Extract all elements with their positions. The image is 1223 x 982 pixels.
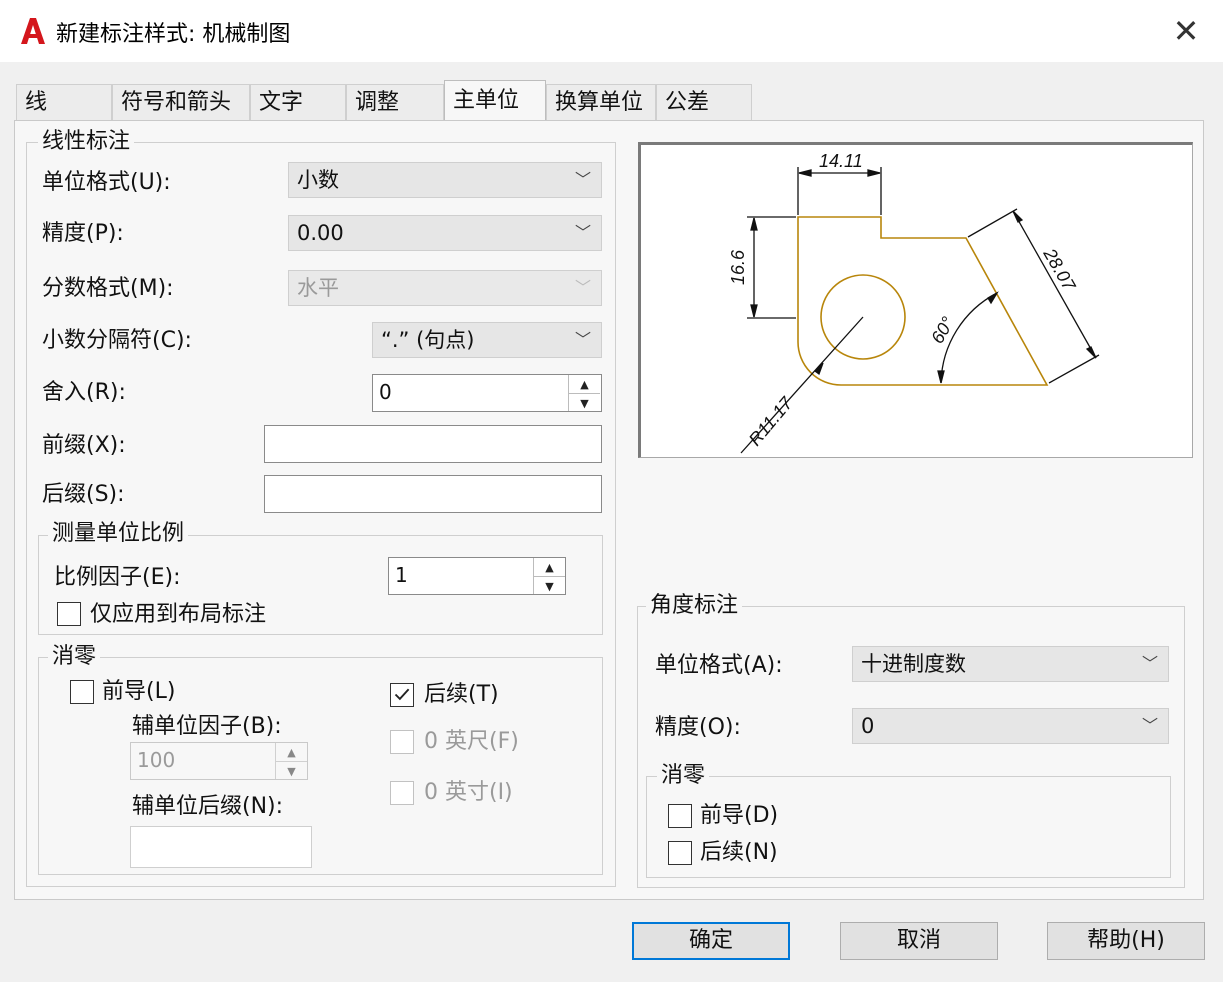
scale-factor-spinner[interactable]: ▲ ▼	[533, 558, 565, 594]
decimal-separator-label: 小数分隔符(C):	[42, 328, 192, 353]
spin-down-icon[interactable]: ▼	[569, 393, 600, 412]
tab-lines[interactable]: 线	[16, 84, 112, 120]
angular-precision-select[interactable]: 0 ﹀	[852, 708, 1169, 744]
decimal-separator-value: “.” (句点)	[381, 328, 475, 352]
suffix-label: 后缀(S):	[42, 482, 125, 507]
dimension-preview-panel: 14.11 16.6 28.07 60° R11.17	[638, 142, 1193, 458]
scale-factor-value: 1	[395, 563, 408, 587]
zero-inches-label: 0 英寸(I)	[424, 780, 513, 805]
precision-select[interactable]: 0.00 ﹀	[288, 215, 602, 251]
sub-unit-suffix-input[interactable]	[130, 826, 312, 868]
leading-zero-checkbox[interactable]	[70, 680, 94, 704]
spin-up-icon: ▲	[287, 745, 296, 759]
spin-down-icon[interactable]: ▼	[534, 576, 565, 595]
window-title: 新建标注样式: 机械制图	[56, 22, 291, 47]
trailing-zero-label: 后续(T)	[424, 682, 499, 707]
zero-feet-label: 0 英尺(F)	[424, 729, 519, 754]
angular-precision-label: 精度(O):	[655, 715, 741, 740]
zero-inches-checkbox	[390, 781, 414, 805]
cancel-button[interactable]: 取消	[840, 922, 998, 960]
fraction-format-select: 水平 ﹀	[288, 270, 602, 306]
sub-unit-suffix-label: 辅单位后缀(N):	[132, 794, 284, 819]
prefix-label: 前缀(X):	[42, 433, 126, 458]
spin-down-icon: ▼	[276, 761, 307, 780]
sub-unit-factor-spinner: ▲ ▼	[275, 743, 307, 779]
tab-text[interactable]: 文字	[250, 84, 346, 120]
angular-trailing-zero-label: 后续(N)	[700, 840, 778, 865]
angular-dimensions-legend: 角度标注	[646, 594, 743, 618]
tab-tolerances[interactable]: 公差	[656, 84, 752, 120]
dim-angle-text: 60°	[927, 313, 958, 347]
preview-dimensions	[740, 167, 1100, 454]
tab-primary-units[interactable]: 主单位	[444, 80, 546, 122]
help-button[interactable]: 帮助(H)	[1047, 922, 1205, 960]
linear-dimensions-legend: 线性标注	[38, 130, 135, 154]
prefix-input[interactable]	[264, 425, 602, 463]
sub-unit-factor-label: 辅单位因子(B):	[132, 714, 282, 739]
dim-radius-text: R11.17	[745, 393, 797, 450]
title-bar[interactable]: 新建标注样式: 机械制图 ✕	[0, 0, 1223, 62]
measurement-scale-legend: 测量单位比例	[48, 522, 189, 546]
suffix-input[interactable]	[264, 475, 602, 513]
dim-diagonal-text: 28.07	[1039, 244, 1080, 295]
chevron-down-icon: ﹀	[574, 278, 591, 297]
unit-format-select[interactable]: 小数 ﹀	[288, 162, 602, 198]
unit-format-label: 单位格式(U):	[42, 170, 171, 195]
angular-precision-value: 0	[861, 714, 875, 738]
round-off-spinner[interactable]: ▲ ▼	[568, 375, 600, 411]
fraction-format-label: 分数格式(M):	[42, 276, 174, 301]
dimension-style-dialog: 新建标注样式: 机械制图 ✕ 线 符号和箭头 文字 调整 主单位 换算单位 公差…	[0, 0, 1223, 982]
angular-unit-format-value: 十进制度数	[861, 652, 966, 676]
scale-factor-label: 比例因子(E):	[54, 565, 181, 590]
trailing-zero-checkbox[interactable]	[390, 683, 414, 707]
chevron-down-icon: ﹀	[574, 330, 591, 349]
unit-format-value: 小数	[297, 168, 339, 192]
tab-alternate-units[interactable]: 换算单位	[546, 84, 656, 120]
angular-trailing-zero-checkbox[interactable]	[668, 841, 692, 865]
angular-unit-format-select[interactable]: 十进制度数 ﹀	[852, 646, 1169, 682]
close-icon[interactable]: ✕	[1168, 14, 1204, 50]
zero-feet-checkbox	[390, 730, 414, 754]
autocad-logo-icon	[21, 18, 45, 44]
decimal-separator-select[interactable]: “.” (句点) ﹀	[372, 322, 602, 358]
chevron-down-icon: ﹀	[574, 170, 591, 189]
preview-shape	[797, 216, 1049, 386]
layout-only-checkbox[interactable]	[57, 602, 81, 626]
angular-leading-zero-checkbox[interactable]	[668, 804, 692, 828]
precision-label: 精度(P):	[42, 221, 124, 246]
leading-zero-label: 前导(L)	[102, 679, 176, 704]
dimension-preview-drawing: 14.11 16.6 28.07 60° R11.17	[728, 151, 1100, 454]
chevron-down-icon: ﹀	[574, 223, 591, 242]
angular-zero-suppression-legend: 消零	[657, 764, 710, 788]
tab-symbols-arrows[interactable]: 符号和箭头	[112, 84, 250, 120]
dim-left-text: 16.6	[728, 249, 748, 285]
precision-value: 0.00	[297, 221, 344, 245]
angular-unit-format-label: 单位格式(A):	[655, 653, 783, 678]
layout-only-label: 仅应用到布局标注	[90, 602, 267, 627]
sub-unit-factor-value: 100	[137, 748, 176, 772]
round-off-label: 舍入(R):	[42, 380, 126, 405]
tab-fit[interactable]: 调整	[346, 84, 444, 120]
zero-suppression-legend: 消零	[48, 645, 101, 669]
chevron-down-icon: ﹀	[1141, 654, 1158, 673]
dim-top-text: 14.11	[819, 151, 863, 171]
round-off-value: 0	[379, 380, 392, 404]
ok-button[interactable]: 确定	[632, 922, 790, 960]
fraction-format-value: 水平	[297, 276, 339, 300]
spin-up-icon[interactable]: ▲	[569, 375, 600, 393]
spin-up-icon[interactable]: ▲	[534, 558, 565, 576]
chevron-down-icon: ﹀	[1141, 716, 1158, 735]
checkmark-icon	[394, 688, 409, 701]
angular-leading-zero-label: 前导(D)	[700, 803, 779, 828]
